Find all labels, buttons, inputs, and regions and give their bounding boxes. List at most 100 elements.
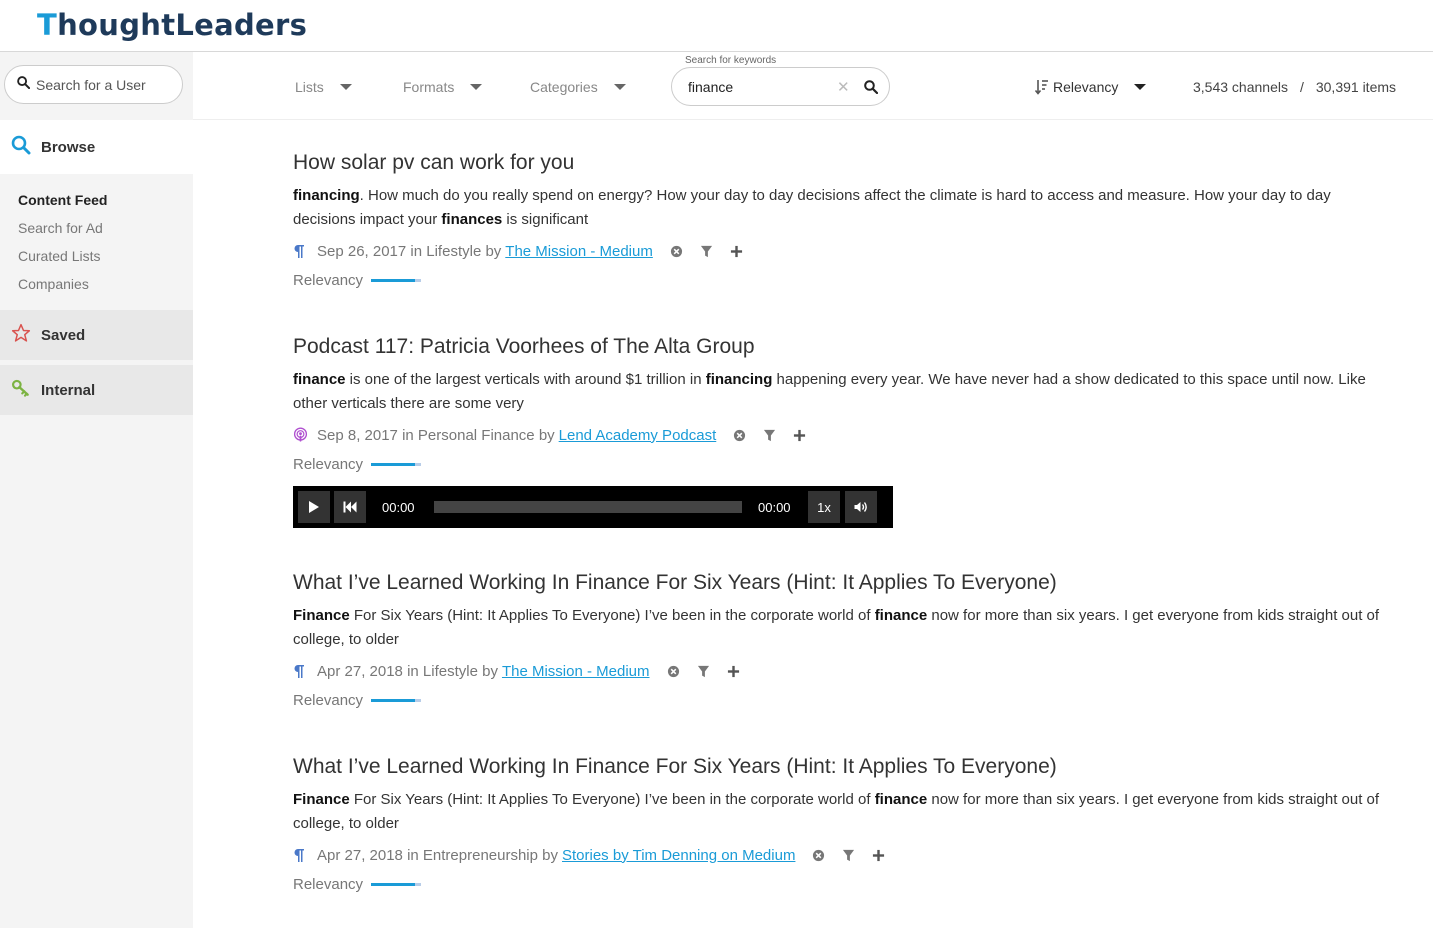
block-icon[interactable] xyxy=(670,245,683,258)
item-meta: Apr 27, 2018 in Lifestyle by The Mission… xyxy=(293,660,1383,682)
keyword-search-label: Search for keywords xyxy=(685,55,777,66)
block-icon[interactable] xyxy=(812,849,825,862)
filter-icon[interactable] xyxy=(697,665,710,678)
item-title[interactable]: What I’ve Learned Working In Finance For… xyxy=(293,754,1383,780)
sidebar-item-search-for-ad[interactable]: Search for Ad xyxy=(18,218,107,246)
nav-saved[interactable]: Saved xyxy=(0,310,193,360)
keyword-highlight: financing xyxy=(705,371,773,388)
browse-sub-nav: Content Feed Search for Ad Curated Lists… xyxy=(18,190,107,302)
feed-item: How solar pv can work for you financing.… xyxy=(293,150,1383,289)
item-date-category: Apr 27, 2018 in Entrepreneurship by xyxy=(317,846,558,864)
chevron-down-icon xyxy=(613,84,626,90)
key-icon xyxy=(11,378,31,403)
play-button[interactable] xyxy=(298,491,330,523)
nav-browse[interactable]: Browse xyxy=(0,120,193,174)
relevancy-fill xyxy=(371,279,416,282)
filter-icon[interactable] xyxy=(763,429,776,442)
feed-item: What I’ve Learned Working In Finance For… xyxy=(293,754,1383,893)
keyword-search-input[interactable] xyxy=(688,78,833,95)
keyword-highlight: finance xyxy=(293,371,346,388)
item-title[interactable]: How solar pv can work for you xyxy=(293,150,1383,176)
relevancy-label: Relevancy xyxy=(293,692,364,709)
sort-icon xyxy=(1035,79,1049,95)
item-date-category: Apr 27, 2018 in Lifestyle by xyxy=(317,662,498,680)
article-icon xyxy=(293,848,309,863)
audio-player: 00:00 00:00 1x xyxy=(293,486,893,528)
skip-back-icon xyxy=(343,501,357,513)
formats-dropdown[interactable]: Formats xyxy=(403,79,483,95)
keyword-highlight: financing xyxy=(293,187,360,204)
search-icon[interactable] xyxy=(863,79,878,94)
add-icon[interactable] xyxy=(872,849,885,862)
relevancy-indicator: Relevancy xyxy=(293,456,1383,473)
chevron-down-icon xyxy=(470,84,483,90)
relevancy-bar xyxy=(371,883,422,886)
categories-dropdown[interactable]: Categories xyxy=(530,79,626,95)
user-search-input[interactable] xyxy=(36,76,176,93)
item-title[interactable]: What I’ve Learned Working In Finance For… xyxy=(293,570,1383,596)
relevancy-bar xyxy=(371,279,422,282)
seek-bar[interactable] xyxy=(434,501,742,513)
relevancy-fill xyxy=(371,463,416,466)
item-snippet: Finance For Six Years (Hint: It Applies … xyxy=(293,788,1383,836)
nav-browse-label: Browse xyxy=(41,138,96,156)
filter-bar: Lists Formats Categories Search for keyw… xyxy=(193,52,1433,120)
item-date-category: Sep 8, 2017 in Personal Finance by xyxy=(317,426,555,444)
snippet-text: For Six Years (Hint: It Applies To Every… xyxy=(349,791,875,808)
logo[interactable]: ThoughtLeaders xyxy=(37,8,307,42)
keyword-highlight: Finance xyxy=(293,791,350,808)
add-icon[interactable] xyxy=(793,429,806,442)
relevancy-bar xyxy=(371,699,422,702)
keyword-search-box[interactable]: ✕ xyxy=(671,67,890,106)
filter-icon[interactable] xyxy=(842,849,855,862)
current-time: 00:00 xyxy=(382,499,415,515)
snippet-text: is significant xyxy=(502,211,589,228)
channel-link[interactable]: The Mission - Medium xyxy=(502,663,650,680)
article-icon xyxy=(293,244,309,259)
nav-internal[interactable]: Internal xyxy=(0,365,193,415)
relevancy-indicator: Relevancy xyxy=(293,272,1383,289)
user-search-box[interactable] xyxy=(4,65,183,104)
item-title[interactable]: Podcast 117: Patricia Voorhees of The Al… xyxy=(293,334,1383,360)
block-icon[interactable] xyxy=(667,665,680,678)
keyword-highlight: finance xyxy=(874,607,928,624)
relevancy-indicator: Relevancy xyxy=(293,876,1383,893)
relevancy-indicator: Relevancy xyxy=(293,692,1383,709)
item-snippet: financing. How much do you really spend … xyxy=(293,184,1383,232)
add-icon[interactable] xyxy=(730,245,743,258)
volume-icon xyxy=(854,502,867,512)
channel-link[interactable]: Stories by Tim Denning on Medium xyxy=(562,847,795,864)
item-meta: Apr 27, 2018 in Entrepreneurship by Stor… xyxy=(293,844,1383,866)
relevancy-bar xyxy=(371,463,422,466)
feed-item: Podcast 117: Patricia Voorhees of The Al… xyxy=(293,334,1383,473)
sidebar-item-companies[interactable]: Companies xyxy=(18,274,107,302)
sidebar: Browse Content Feed Search for Ad Curate… xyxy=(0,52,193,928)
nav-saved-label: Saved xyxy=(41,326,86,344)
top-bar: ThoughtLeaders xyxy=(0,0,1433,52)
channel-link[interactable]: Lend Academy Podcast xyxy=(559,427,717,444)
lists-dropdown[interactable]: Lists xyxy=(295,79,352,95)
channel-count: 3,543 channels xyxy=(1193,79,1288,95)
sidebar-item-curated-lists[interactable]: Curated Lists xyxy=(18,246,107,274)
search-icon xyxy=(11,135,31,160)
sort-dropdown[interactable]: Relevancy xyxy=(1035,79,1147,95)
item-date-category: Sep 26, 2017 in Lifestyle by xyxy=(317,242,502,260)
filter-icon[interactable] xyxy=(700,245,713,258)
add-icon[interactable] xyxy=(727,665,740,678)
rewind-button[interactable] xyxy=(334,491,366,523)
result-counts: 3,543 channels/30,391 items xyxy=(1193,79,1397,95)
sidebar-item-content-feed[interactable]: Content Feed xyxy=(18,190,107,218)
item-meta: Sep 26, 2017 in Lifestyle by The Mission… xyxy=(293,240,1383,262)
channel-link[interactable]: The Mission - Medium xyxy=(505,243,653,260)
item-count: 30,391 items xyxy=(1315,79,1397,95)
block-icon[interactable] xyxy=(733,429,746,442)
relevancy-fill xyxy=(371,883,416,886)
playback-rate-button[interactable]: 1x xyxy=(808,491,840,523)
relevancy-label: Relevancy xyxy=(293,876,364,893)
chevron-down-icon xyxy=(339,84,352,90)
volume-button[interactable] xyxy=(845,491,877,523)
snippet-text: is one of the largest verticals with aro… xyxy=(345,371,706,388)
relevancy-fill xyxy=(371,699,416,702)
clear-icon[interactable]: ✕ xyxy=(837,78,850,96)
item-snippet: Finance For Six Years (Hint: It Applies … xyxy=(293,604,1383,652)
